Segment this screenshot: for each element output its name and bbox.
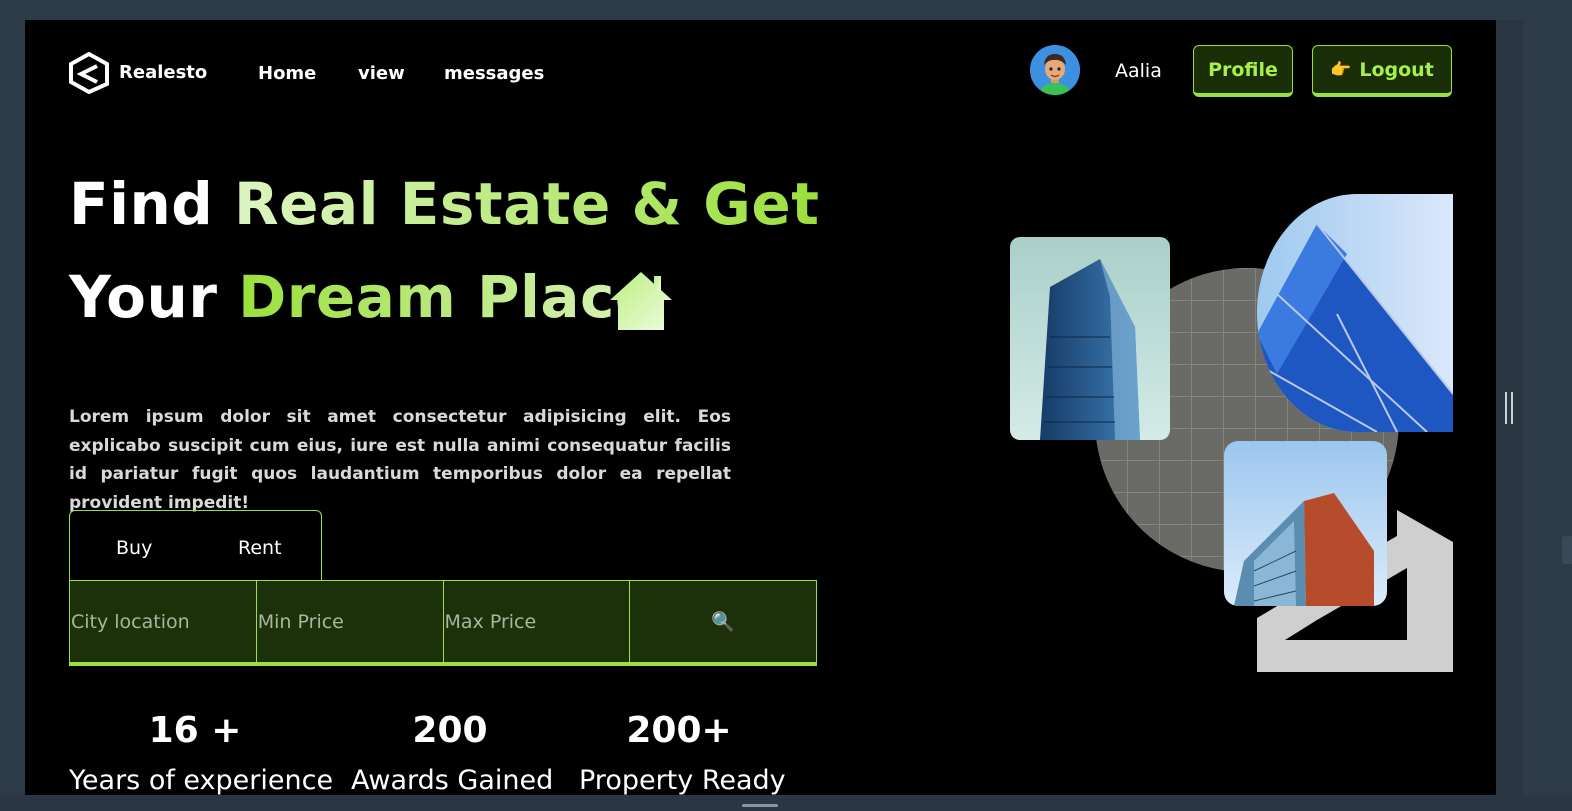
- logout-button[interactable]: 👉 Logout: [1312, 45, 1452, 97]
- logout-button-label: Logout: [1359, 58, 1434, 81]
- nav-messages-link[interactable]: messages: [444, 63, 544, 84]
- bottom-bar: [0, 795, 1572, 811]
- hero-heading-green-2: Dream Place: [238, 263, 655, 331]
- resize-grip-left[interactable]: [1505, 392, 1507, 424]
- stat-property-value: 200+: [626, 710, 732, 751]
- search-tabs: Buy Rent: [69, 510, 322, 581]
- resize-grip-right[interactable]: [1511, 392, 1513, 424]
- hero-description: Lorem ipsum dolor sit amet consectetur a…: [69, 407, 731, 513]
- tab-rent[interactable]: Rent: [238, 537, 282, 559]
- hero-heading-line-2: Your Dream Place: [69, 263, 655, 331]
- user-avatar-icon[interactable]: [1030, 45, 1080, 95]
- stat-years-label: Years of experience: [69, 765, 334, 795]
- stat-awards-value: 200: [412, 710, 488, 751]
- tower-image: [1010, 237, 1170, 440]
- page-frame: Realesto Home view messages Aalia Profil…: [25, 20, 1496, 795]
- pointing-hand-icon: 👉: [1330, 59, 1352, 80]
- tab-buy[interactable]: Buy: [116, 537, 152, 559]
- city-location-input[interactable]: [70, 581, 256, 662]
- nav-home-link[interactable]: Home: [258, 63, 316, 84]
- hero-heading-green-1: Real Estate & Get: [234, 170, 820, 238]
- stat-awards-label: Awards Gained: [351, 765, 554, 795]
- profile-button-label: Profile: [1208, 58, 1278, 81]
- max-price-input[interactable]: [443, 581, 630, 662]
- hero-heading-line-1: Find Real Estate & Get: [69, 170, 819, 238]
- stat-property-label: Property Ready: [579, 765, 786, 795]
- username: Aalia: [1115, 60, 1162, 82]
- search-bar: 🔍: [69, 580, 817, 666]
- stat-years-value: 16 +: [148, 710, 242, 751]
- min-price-field-wrap: [256, 581, 444, 662]
- search-button[interactable]: 🔍: [630, 581, 816, 662]
- profile-button[interactable]: Profile: [1193, 45, 1293, 97]
- hero-heading-white-1: Find: [69, 170, 235, 238]
- glass-building-image: [1257, 194, 1453, 432]
- brick-building-image: [1224, 441, 1387, 606]
- house-icon: [610, 272, 672, 330]
- side-panel-knob[interactable]: [1562, 536, 1572, 564]
- nav-view-link[interactable]: view: [358, 63, 405, 84]
- right-panel-strip: [1496, 20, 1523, 795]
- magnifier-icon: 🔍: [711, 611, 735, 633]
- realesto-logo-icon[interactable]: [69, 52, 109, 94]
- brand-name[interactable]: Realesto: [119, 62, 207, 83]
- bottom-resize-handle[interactable]: [742, 804, 778, 807]
- hero-heading-white-2: Your: [69, 263, 239, 331]
- max-price-field-wrap: [443, 581, 631, 662]
- city-field-wrap: [70, 581, 257, 662]
- min-price-input[interactable]: [256, 581, 443, 662]
